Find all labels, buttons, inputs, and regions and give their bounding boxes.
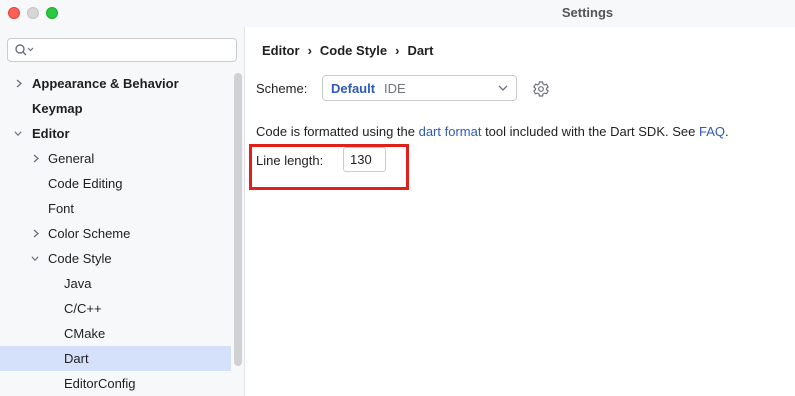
line-length-label: Line length: xyxy=(256,153,324,168)
search-icon xyxy=(15,44,34,56)
settings-content: Editor › Code Style › Dart Scheme: Default I… xyxy=(246,27,795,396)
breadcrumb-separator: › xyxy=(307,43,312,58)
sidebar-item-font[interactable]: Font xyxy=(0,196,231,221)
scheme-label: Scheme: xyxy=(256,81,308,96)
info-text: Code is formatted using the xyxy=(256,124,419,139)
chevron-right-icon xyxy=(16,79,22,88)
chevron-down-icon xyxy=(498,85,508,91)
sidebar-item-label: EditorConfig xyxy=(64,376,136,391)
breadcrumb-item-code-style[interactable]: Code Style xyxy=(320,43,387,58)
breadcrumb-separator: › xyxy=(395,43,400,58)
dart-format-link[interactable]: dart format xyxy=(419,124,482,139)
sidebar-item-dart[interactable]: Dart xyxy=(0,346,231,371)
sidebar-item-label: Font xyxy=(48,201,75,216)
sidebar-item-code-style[interactable]: Code Style xyxy=(0,246,231,271)
info-text: tool included with the Dart SDK. See xyxy=(481,124,699,139)
breadcrumb: Editor › Code Style › Dart xyxy=(262,43,433,58)
sidebar-item-label: Color Scheme xyxy=(48,226,131,241)
sidebar-item-general[interactable]: General xyxy=(0,146,231,171)
info-text: . xyxy=(724,124,729,139)
breadcrumb-item-editor[interactable]: Editor xyxy=(262,43,300,58)
sidebar-item-label: CMake xyxy=(64,326,106,341)
sidebar-item-label: Code Style xyxy=(48,251,112,266)
line-length-input[interactable]: 130 xyxy=(343,147,386,172)
sidebar-item-c-cpp[interactable]: C/C++ xyxy=(0,296,231,321)
sidebar-scrollbar[interactable] xyxy=(234,73,242,366)
scheme-dropdown[interactable]: Default IDE xyxy=(322,75,517,101)
chevron-down-icon xyxy=(14,131,22,137)
sidebar-item-appearance-behavior[interactable]: Appearance & Behavior xyxy=(0,71,231,96)
window-title: Settings xyxy=(561,5,614,20)
sidebar-item-label: General xyxy=(48,151,95,166)
sidebar-item-editorconfig[interactable]: EditorConfig xyxy=(0,371,231,396)
scheme-name: Default xyxy=(331,81,376,96)
format-info-text: Code is formatted using the dart format … xyxy=(256,124,729,139)
sidebar-item-label: Editor xyxy=(32,126,70,141)
faq-link[interactable]: FAQ xyxy=(699,124,725,139)
chevron-right-icon xyxy=(33,154,39,163)
gear-icon[interactable] xyxy=(532,80,550,98)
breadcrumb-item-dart: Dart xyxy=(407,43,434,58)
sidebar-item-java[interactable]: Java xyxy=(0,271,231,296)
sidebar-item-label: Code Editing xyxy=(48,176,123,191)
title-bar: Settings xyxy=(0,0,795,27)
sidebar-item-keymap[interactable]: Keymap xyxy=(0,96,231,121)
chevron-right-icon xyxy=(33,229,39,238)
scheme-type: IDE xyxy=(384,81,406,96)
sidebar-item-label: Java xyxy=(64,276,92,291)
sidebar-item-label: Dart xyxy=(64,351,89,366)
sidebar-item-label: C/C++ xyxy=(64,301,102,316)
settings-sidebar: Appearance & Behavior Keymap Editor Gene… xyxy=(0,27,245,396)
sidebar-item-cmake[interactable]: CMake xyxy=(0,321,231,346)
sidebar-item-label: Appearance & Behavior xyxy=(32,76,179,91)
chevron-down-icon xyxy=(31,256,39,262)
sidebar-item-color-scheme[interactable]: Color Scheme xyxy=(0,221,231,246)
sidebar-item-code-editing[interactable]: Code Editing xyxy=(0,171,231,196)
search-input[interactable] xyxy=(7,38,237,62)
sidebar-item-editor[interactable]: Editor xyxy=(0,121,231,146)
sidebar-item-label: Keymap xyxy=(32,101,83,116)
